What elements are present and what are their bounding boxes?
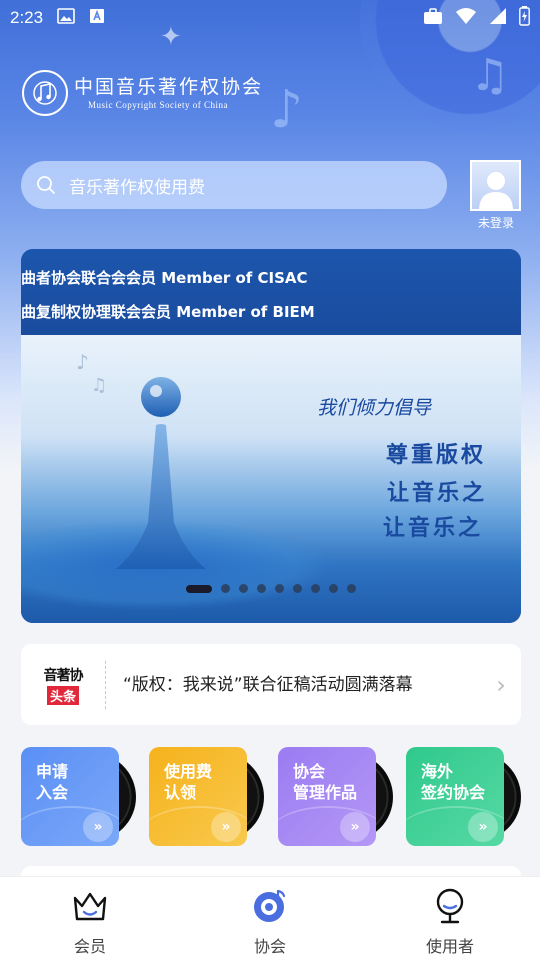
nav-item-user[interactable]: 使用者 [360, 877, 540, 960]
music-note-decoration: ♪ [76, 350, 89, 374]
headline-badge-bottom: 头条 [46, 685, 79, 705]
quick-entry-tile[interactable]: 使用费认领 » [149, 747, 264, 846]
quick-entry-label: 使用费 [164, 762, 213, 781]
image-icon [57, 7, 75, 29]
headline-news[interactable]: 音著协 头条 “版权：我来说”联合征稿活动圆满落幕 › [21, 644, 521, 725]
text-a-icon [89, 8, 105, 29]
music-note-decoration: ♫ [470, 50, 510, 101]
avatar[interactable] [470, 160, 521, 211]
banner-header: 曲者协会联合会会员 Member of CISAC 曲复制权协理联会会员 Mem… [21, 249, 521, 335]
banner-image: ♪ ♫ 我们倾力倡导 尊重版权 让音乐之 让音乐之 [21, 335, 521, 623]
default-user-icon [478, 172, 513, 209]
quick-entry-label: 入会 [36, 783, 69, 802]
search-icon [37, 176, 55, 194]
water-drop-icon [116, 377, 206, 569]
briefcase-icon [423, 7, 443, 30]
quick-entry-label: 协会 [293, 762, 326, 781]
crown-icon [71, 887, 109, 925]
nav-label-user: 使用者 [425, 937, 474, 956]
banner-slogan-3: 让音乐之 [387, 480, 488, 506]
search-bar[interactable]: 音乐著作权使用费 [21, 161, 447, 209]
quick-entry-card[interactable]: 申请入会 » [21, 747, 119, 846]
nav-label-member: 会员 [73, 937, 106, 956]
banner-line-biem: 曲复制权协理联会会员 Member of BIEM [21, 303, 315, 321]
chevron-right-icon[interactable]: › [481, 671, 521, 699]
carousel-dot[interactable] [221, 584, 230, 593]
app-logo: 中国音乐著作权协会 Music Copyright Society of Chi… [22, 70, 263, 116]
music-disc-icon [251, 887, 289, 925]
carousel-dot[interactable] [293, 584, 302, 593]
nav-item-member[interactable]: 会员 [0, 877, 180, 960]
quick-entry-label: 认领 [164, 783, 197, 802]
wifi-icon [455, 7, 477, 30]
quick-entry-label: 海外 [421, 762, 454, 781]
double-chevron-icon: » [211, 812, 241, 842]
carousel-dot[interactable] [275, 584, 284, 593]
carousel-dot[interactable] [329, 584, 338, 593]
music-note-decoration: ♫ [91, 375, 108, 396]
quick-entry-tile[interactable]: 申请入会 » [21, 747, 136, 846]
quick-entry-label: 管理作品 [293, 783, 358, 802]
nav-label-association: 协会 [253, 937, 286, 956]
quick-entry-card[interactable]: 协会管理作品 » [278, 747, 376, 846]
quick-entry-label: 申请 [36, 762, 69, 781]
banner-carousel[interactable]: 曲者协会联合会会员 Member of CISAC 曲复制权协理联会会员 Mem… [21, 249, 521, 623]
carousel-dot[interactable] [311, 584, 320, 593]
logo-emblem-icon [22, 70, 68, 116]
user-profile[interactable]: 未登录 [470, 160, 522, 231]
double-chevron-icon: » [468, 812, 498, 842]
banner-slogan-4: 让音乐之 [383, 515, 484, 541]
user-badge-icon [431, 887, 469, 925]
quick-entry-tile[interactable]: 协会管理作品 » [278, 747, 393, 846]
quick-entry-label: 签约协会 [421, 783, 486, 802]
logo-title-en: Music Copyright Society of China [88, 100, 228, 110]
carousel-dot[interactable] [257, 584, 266, 593]
headline-badge-top: 音著协 [43, 667, 84, 684]
carousel-dot[interactable] [347, 584, 356, 593]
headline-badge: 音著协 头条 [21, 665, 105, 705]
quick-entry-card[interactable]: 使用费认领 » [149, 747, 247, 846]
bottom-navigation: 会员 协会 使用者 [0, 876, 540, 960]
login-status-label: 未登录 [477, 216, 514, 230]
quick-entry-card[interactable]: 海外签约协会 » [406, 747, 504, 846]
quick-entry-tile[interactable]: 海外签约协会 » [406, 747, 521, 846]
carousel-dot[interactable] [186, 584, 212, 593]
double-chevron-icon: » [340, 812, 370, 842]
status-time: 2:23 [10, 8, 44, 27]
nav-item-association[interactable]: 协会 [180, 877, 360, 960]
headline-text[interactable]: “版权：我来说”联合征稿活动圆满落幕 [106, 671, 481, 699]
logo-title-cn: 中国音乐著作权协会 [74, 76, 264, 98]
music-note-decoration: ♪ [270, 80, 304, 140]
banner-line-cisac: 曲者协会联合会会员 Member of CISAC [21, 269, 308, 287]
carousel-indicator [186, 584, 356, 593]
status-bar: 2:23 [0, 0, 540, 36]
double-chevron-icon: » [83, 812, 113, 842]
search-input[interactable]: 音乐著作权使用费 [69, 173, 205, 198]
carousel-dot[interactable] [239, 584, 248, 593]
battery-icon [519, 5, 530, 31]
banner-slogan-1: 我们倾力倡导 [317, 397, 432, 419]
banner-slogan-2: 尊重版权 [386, 442, 487, 468]
signal-icon [489, 7, 507, 30]
